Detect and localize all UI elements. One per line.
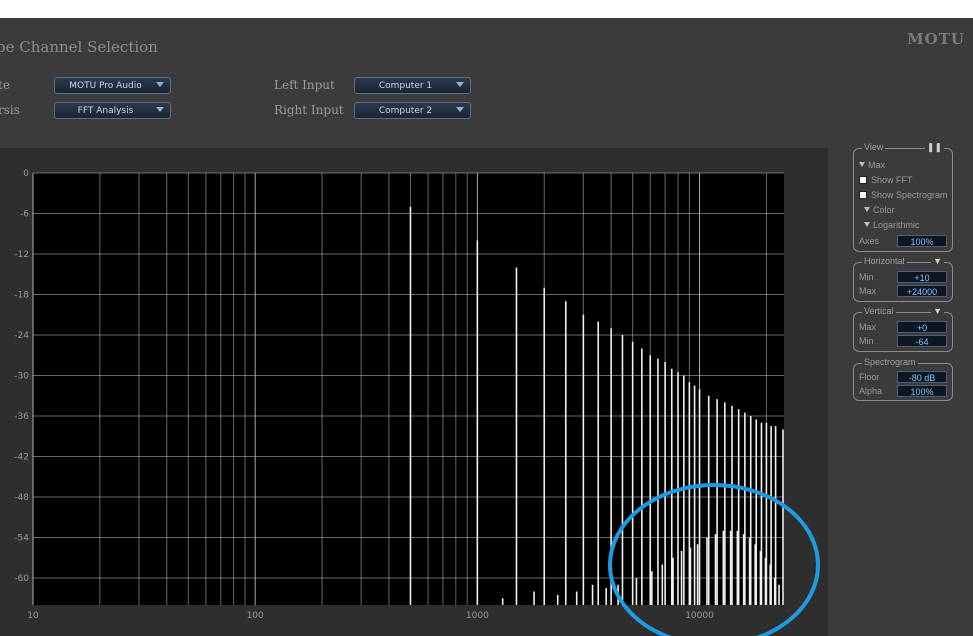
triangle-down-icon bbox=[864, 207, 870, 212]
analysis-dropdown[interactable]: FFT Analysis bbox=[54, 102, 171, 119]
x-tick-label: 10 bbox=[27, 611, 39, 621]
spectrogram-panel: Spectrogram Floor -80 dB Alpha 100% bbox=[853, 357, 953, 401]
horizontal-panel-title: Horizontal bbox=[862, 256, 907, 266]
x-tick-label: 1000 bbox=[466, 611, 489, 621]
y-tick-label: -42 bbox=[14, 453, 29, 463]
triangle-down-icon bbox=[864, 222, 870, 227]
spectrogram-alpha-field[interactable]: 100% bbox=[897, 385, 947, 397]
left-input-dropdown[interactable]: Computer 1 bbox=[354, 77, 471, 94]
device-label: te bbox=[0, 78, 10, 92]
device-dropdown[interactable]: MOTU Pro Audio bbox=[54, 77, 171, 94]
y-tick-label: -60 bbox=[14, 574, 29, 584]
vertical-panel: Vertical ▼ Max +0 Min -64 bbox=[853, 306, 953, 352]
checkbox-icon bbox=[859, 191, 867, 199]
right-input-value: Computer 2 bbox=[378, 106, 433, 116]
vertical-max-label: Max bbox=[859, 322, 877, 332]
checkbox-icon bbox=[859, 176, 867, 184]
fft-plot-area[interactable]: 0 -6 -12 -18 -24 -30 -36 -42 -48 -54 -60 10 100 1000 1… bbox=[0, 148, 828, 636]
spectrogram-panel-title: Spectrogram bbox=[862, 357, 918, 367]
horizontal-min-field[interactable]: +10 bbox=[897, 271, 947, 283]
axes-label: Axes bbox=[859, 236, 880, 246]
chevron-down-icon bbox=[156, 107, 164, 112]
triangle-down-icon bbox=[859, 162, 865, 167]
x-tick-label: 100 bbox=[247, 611, 264, 621]
y-tick-label: -12 bbox=[14, 250, 29, 260]
view-item-label: Logarithmic bbox=[873, 220, 920, 230]
y-tick-label: -6 bbox=[20, 210, 29, 220]
y-tick-label: -18 bbox=[14, 291, 29, 301]
chevron-down-icon bbox=[156, 82, 164, 87]
triangle-down-icon[interactable]: ▼ bbox=[931, 306, 944, 316]
view-logarithmic-toggle[interactable]: Logarithmic bbox=[864, 219, 920, 231]
fft-chart: 0 -6 -12 -18 -24 -30 -36 -42 -48 -54 -60 10 100 1000 1… bbox=[14, 169, 820, 636]
spectrogram-alpha-label: Alpha bbox=[859, 386, 883, 396]
show-fft-checkbox[interactable]: Show FFT bbox=[859, 174, 913, 186]
view-color-toggle[interactable]: Color bbox=[864, 204, 895, 216]
horizontal-max-label: Max bbox=[859, 286, 877, 296]
view-item-label: Show FFT bbox=[871, 175, 913, 185]
spectrogram-floor-label: Floor bbox=[859, 372, 880, 382]
view-item-label: Max bbox=[868, 160, 886, 170]
window-title: pe Channel Selection bbox=[0, 38, 158, 56]
pause-icon[interactable]: ❚❚ bbox=[924, 142, 944, 153]
view-item-label: Color bbox=[873, 205, 895, 215]
show-spectrogram-checkbox[interactable]: Show Spectrogram bbox=[859, 189, 948, 201]
view-panel: View ❚❚ Max Show FFT Show Spectrogram Co… bbox=[853, 142, 953, 252]
device-dropdown-value: MOTU Pro Audio bbox=[69, 81, 142, 91]
left-input-value: Computer 1 bbox=[378, 81, 433, 91]
right-input-label: Right Input bbox=[274, 103, 344, 117]
view-item-label: Show Spectrogram bbox=[871, 190, 948, 200]
y-tick-label: -24 bbox=[14, 331, 29, 341]
y-tick-label: -48 bbox=[14, 493, 29, 503]
horizontal-max-field[interactable]: +24000 bbox=[897, 285, 947, 297]
vertical-panel-title: Vertical bbox=[862, 306, 896, 316]
y-tick-label: -54 bbox=[14, 534, 29, 544]
brand-logo: MOTU bbox=[907, 30, 965, 48]
analysis-dropdown-value: FFT Analysis bbox=[77, 106, 134, 116]
chevron-down-icon bbox=[456, 107, 464, 112]
horizontal-min-label: Min bbox=[859, 272, 874, 282]
axes-field[interactable]: 100% bbox=[897, 235, 947, 247]
left-input-label: Left Input bbox=[274, 78, 335, 92]
right-input-dropdown[interactable]: Computer 2 bbox=[354, 102, 471, 119]
y-tick-label: 0 bbox=[23, 169, 29, 179]
analysis-label: rsis bbox=[0, 103, 20, 117]
vertical-min-field[interactable]: -64 bbox=[897, 335, 947, 347]
y-tick-label: -30 bbox=[14, 372, 29, 382]
spectrogram-floor-field[interactable]: -80 dB bbox=[897, 371, 947, 383]
chevron-down-icon bbox=[456, 82, 464, 87]
view-max-toggle[interactable]: Max bbox=[859, 159, 885, 171]
y-tick-label: -36 bbox=[14, 412, 29, 422]
top-strip bbox=[0, 0, 973, 18]
vertical-min-label: Min bbox=[859, 336, 874, 346]
app-window: pe Channel Selection MOTU te MOTU Pro Au… bbox=[0, 18, 973, 636]
triangle-down-icon[interactable]: ▼ bbox=[931, 256, 944, 266]
horizontal-panel: Horizontal ▼ Min +10 Max +24000 bbox=[853, 256, 953, 302]
x-tick-label: 10000 bbox=[685, 611, 714, 621]
vertical-max-field[interactable]: +0 bbox=[897, 321, 947, 333]
view-panel-title: View bbox=[862, 142, 886, 152]
